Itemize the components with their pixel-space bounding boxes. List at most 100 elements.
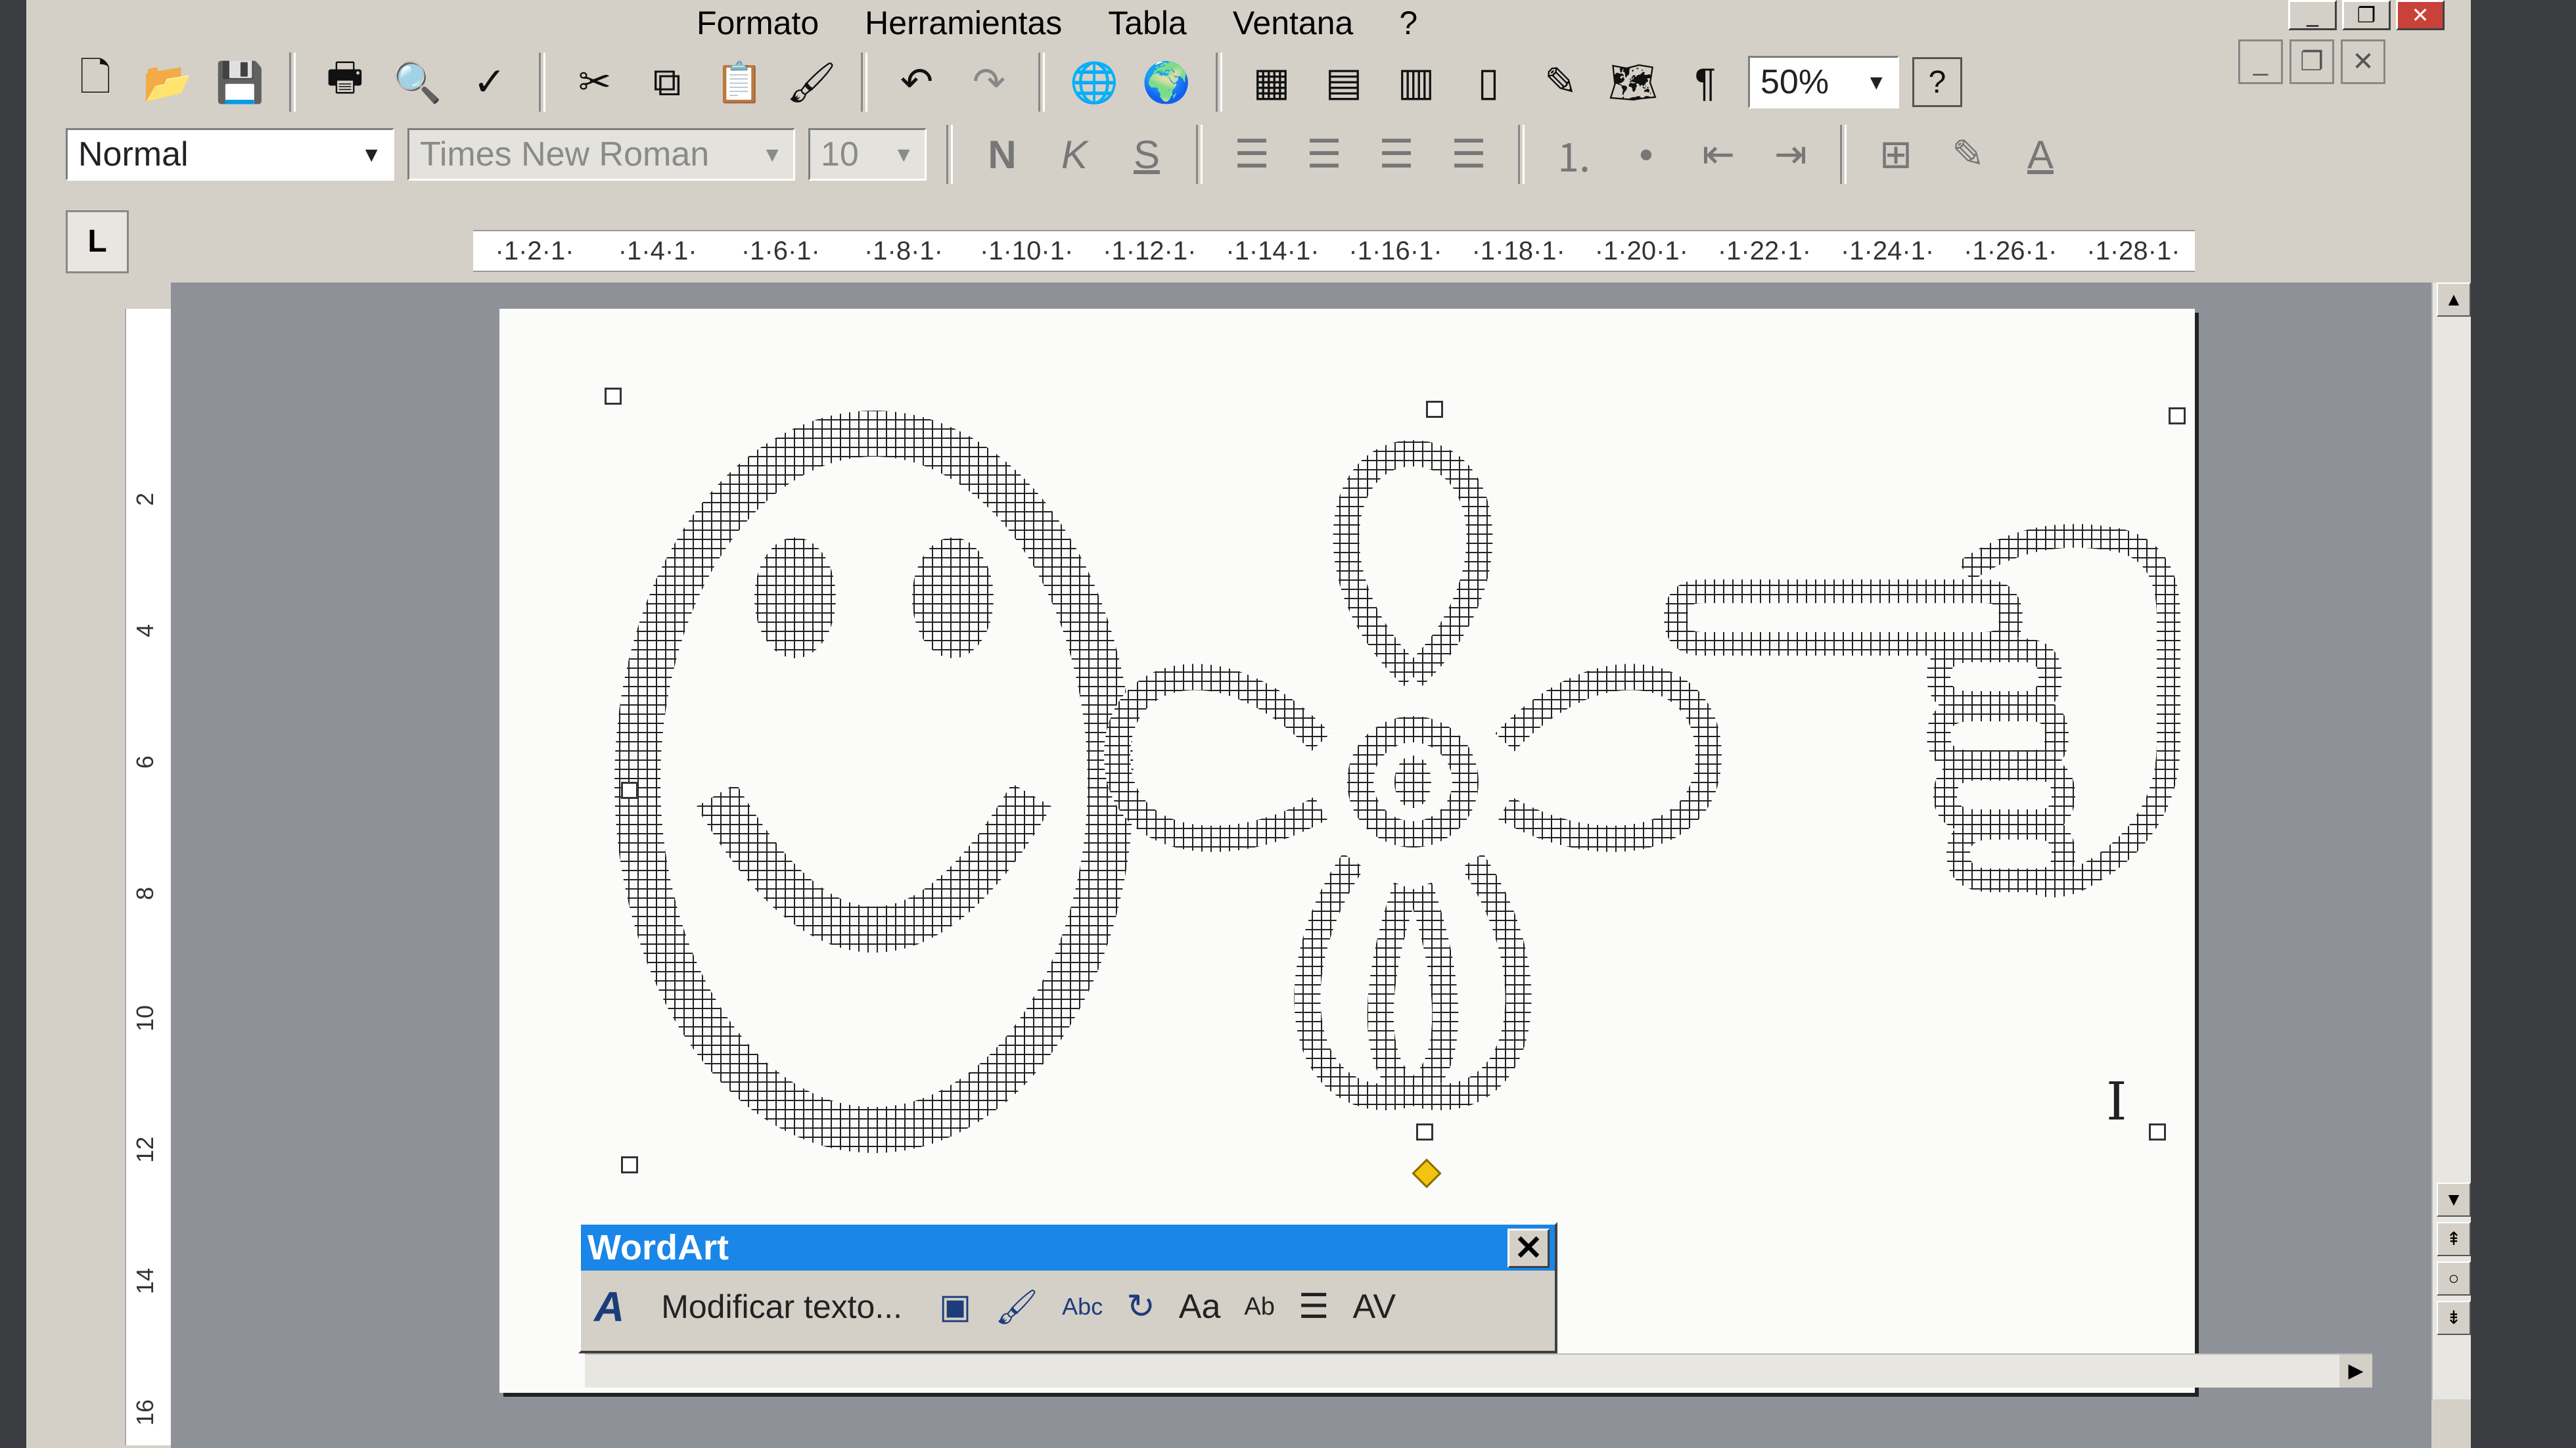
vertical-ruler-tick-label: 4	[131, 623, 158, 637]
selection-handle[interactable]	[605, 388, 622, 405]
spelling-icon[interactable]: ✓	[460, 53, 519, 112]
standard-toolbar: 🗋 📂 💾 🖶 🔍 ✓ ✂ ⧉ 📋 🖌 ↶ ↷ 🌐 🌍 ▦ ▤ ▥ ▯ ✎ 🗺	[66, 46, 1962, 118]
ruler-tick-label: ·1·12·1·	[1103, 236, 1197, 265]
doc-close-button[interactable]: ✕	[2341, 39, 2385, 84]
tables-borders-icon[interactable]: ▦	[1242, 53, 1301, 112]
browse-object-icon[interactable]: ○	[2437, 1261, 2471, 1296]
numbering-icon[interactable]: ⒈	[1544, 125, 1603, 184]
edit-text-button[interactable]: Modificar texto...	[648, 1288, 915, 1326]
horizontal-scrollbar[interactable]: ▶	[585, 1353, 2372, 1388]
redo-icon[interactable]: ↷	[959, 53, 1019, 112]
cut-icon[interactable]: ✂	[565, 53, 624, 112]
menu-formato[interactable]: Formato	[697, 4, 819, 42]
scroll-right-icon[interactable]: ▶	[2339, 1355, 2372, 1388]
insert-hyperlink-icon[interactable]: 🌐	[1065, 53, 1124, 112]
font-size-select[interactable]: 10 ▼	[808, 128, 927, 181]
selection-handle[interactable]	[1416, 1123, 1433, 1141]
new-document-icon[interactable]: 🗋	[66, 53, 125, 112]
wordart-close-button[interactable]: ✕	[1507, 1229, 1550, 1268]
print-icon[interactable]: 🖶	[315, 53, 375, 112]
horizontal-ruler[interactable]: ·1·2·1· ·1·4·1· ·1·6·1· ·1·8·1· ·1·10·1· ·1·1…	[473, 230, 2195, 272]
increase-indent-icon[interactable]: ⇥	[1761, 125, 1820, 184]
font-select[interactable]: Times New Roman ▼	[407, 128, 795, 181]
selection-handle[interactable]	[2169, 407, 2186, 424]
justify-icon[interactable]: ☰	[1439, 125, 1498, 184]
help-icon[interactable]: ?	[1912, 57, 1962, 107]
ruler-tick-label: ·1·8·1·	[863, 236, 943, 265]
window-close-button[interactable]: ✕	[2396, 0, 2445, 30]
decrease-indent-icon[interactable]: ⇤	[1689, 125, 1748, 184]
font-color-icon[interactable]: A	[2011, 125, 2070, 184]
ruler-tick-label: ·1·22·1·	[1717, 236, 1812, 265]
columns-icon[interactable]: ▯	[1459, 53, 1518, 112]
wordart-toolbar-title[interactable]: WordArt ✕	[581, 1225, 1555, 1271]
ruler-tick-label: ·1·24·1·	[1840, 236, 1935, 265]
scroll-down-icon[interactable]: ▼	[2437, 1183, 2471, 1217]
flower-shape[interactable]	[1103, 440, 1722, 1111]
zoom-select[interactable]: 50% ▼	[1748, 56, 1899, 108]
borders-icon[interactable]: ⊞	[1866, 125, 1925, 184]
menu-tabla[interactable]: Tabla	[1108, 4, 1187, 42]
format-painter-icon[interactable]: 🖌	[782, 53, 841, 112]
bullets-icon[interactable]: •	[1617, 125, 1676, 184]
vertical-scrollbar[interactable]: ▲ ▼ ⇞ ○ ⇟	[2431, 283, 2471, 1399]
vertical-ruler-tick-label: 8	[131, 886, 158, 900]
doc-restore-button[interactable]: ❐	[2289, 39, 2334, 84]
vertical-text-icon[interactable]: Ab	[1244, 1293, 1274, 1321]
vertical-ruler[interactable]: 2 4 6 8 10 12 14 16	[125, 309, 173, 1445]
save-icon[interactable]: 💾	[210, 53, 269, 112]
text-cursor-icon: I	[2106, 1071, 2127, 1132]
wordart-gallery-icon[interactable]: ▣	[939, 1287, 971, 1326]
ruler-tick-label: ·1·18·1·	[1471, 236, 1565, 265]
next-page-icon[interactable]: ⇟	[2437, 1301, 2471, 1335]
italic-button[interactable]: K	[1045, 125, 1104, 184]
highlight-icon[interactable]: ✎	[1939, 125, 1998, 184]
align-right-icon[interactable]: ☰	[1367, 125, 1426, 184]
ruler-tick-label: ·1·16·1·	[1348, 236, 1442, 265]
open-folder-icon[interactable]: 📂	[138, 53, 197, 112]
insert-wordart-icon[interactable]: A	[594, 1282, 624, 1331]
menu-help[interactable]: ?	[1399, 4, 1417, 42]
format-wordart-icon[interactable]: 🖌	[995, 1287, 1038, 1327]
print-preview-icon[interactable]: 🔍	[388, 53, 447, 112]
wordart-shape-icon[interactable]: Abc	[1062, 1293, 1103, 1321]
doc-minimize-button[interactable]: _	[2238, 39, 2283, 84]
ruler-tick-label: ·1·10·1·	[980, 236, 1074, 265]
paste-icon[interactable]: 📋	[710, 53, 769, 112]
selection-handle[interactable]	[621, 1156, 638, 1173]
align-left-icon[interactable]: ☰	[1222, 125, 1281, 184]
web-toolbar-icon[interactable]: 🌍	[1137, 53, 1196, 112]
tab-selector[interactable]: L	[66, 210, 129, 273]
alignment-icon[interactable]: ☰	[1299, 1287, 1329, 1326]
align-center-icon[interactable]: ☰	[1295, 125, 1354, 184]
scroll-up-icon[interactable]: ▲	[2437, 283, 2471, 317]
selection-handle[interactable]	[2149, 1123, 2166, 1141]
character-spacing-icon[interactable]: AV	[1353, 1287, 1396, 1326]
vertical-ruler-tick-label: 12	[131, 1136, 158, 1163]
same-height-icon[interactable]: Aa	[1179, 1287, 1221, 1326]
free-rotate-icon[interactable]: ↻	[1126, 1287, 1155, 1326]
underline-button[interactable]: S	[1117, 125, 1176, 184]
pointing-hand-shape[interactable]	[1663, 524, 2180, 897]
bold-button[interactable]: N	[973, 125, 1032, 184]
document-map-icon[interactable]: 🗺	[1603, 53, 1663, 112]
drawing-icon[interactable]: ✎	[1531, 53, 1590, 112]
window-minimize-button[interactable]: _	[2288, 0, 2337, 30]
monitor-bezel: Formato Herramientas Tabla Ventana ? _ ❐…	[0, 0, 2576, 1448]
copy-icon[interactable]: ⧉	[637, 53, 697, 112]
previous-page-icon[interactable]: ⇞	[2437, 1222, 2471, 1256]
style-select[interactable]: Normal ▼	[66, 128, 394, 181]
smiley-face-shape[interactable]	[614, 411, 1134, 1153]
insert-excel-icon[interactable]: ▥	[1387, 53, 1446, 112]
menu-herramientas[interactable]: Herramientas	[865, 4, 1062, 42]
ruler-tick-label: ·1·14·1·	[1226, 236, 1320, 265]
vertical-ruler-tick-label: 10	[131, 1005, 158, 1031]
wordart-toolbar-body: A Modificar texto... ▣ 🖌 Abc ↻ Aa Ab ☰ A…	[581, 1271, 1555, 1343]
window-restore-button[interactable]: ❐	[2342, 0, 2391, 30]
menu-ventana[interactable]: Ventana	[1233, 4, 1354, 42]
undo-icon[interactable]: ↶	[887, 53, 946, 112]
selection-handle[interactable]	[1426, 401, 1443, 418]
insert-table-icon[interactable]: ▤	[1314, 53, 1373, 112]
show-hide-icon[interactable]: ¶	[1676, 53, 1735, 112]
selection-handle[interactable]	[621, 782, 638, 799]
